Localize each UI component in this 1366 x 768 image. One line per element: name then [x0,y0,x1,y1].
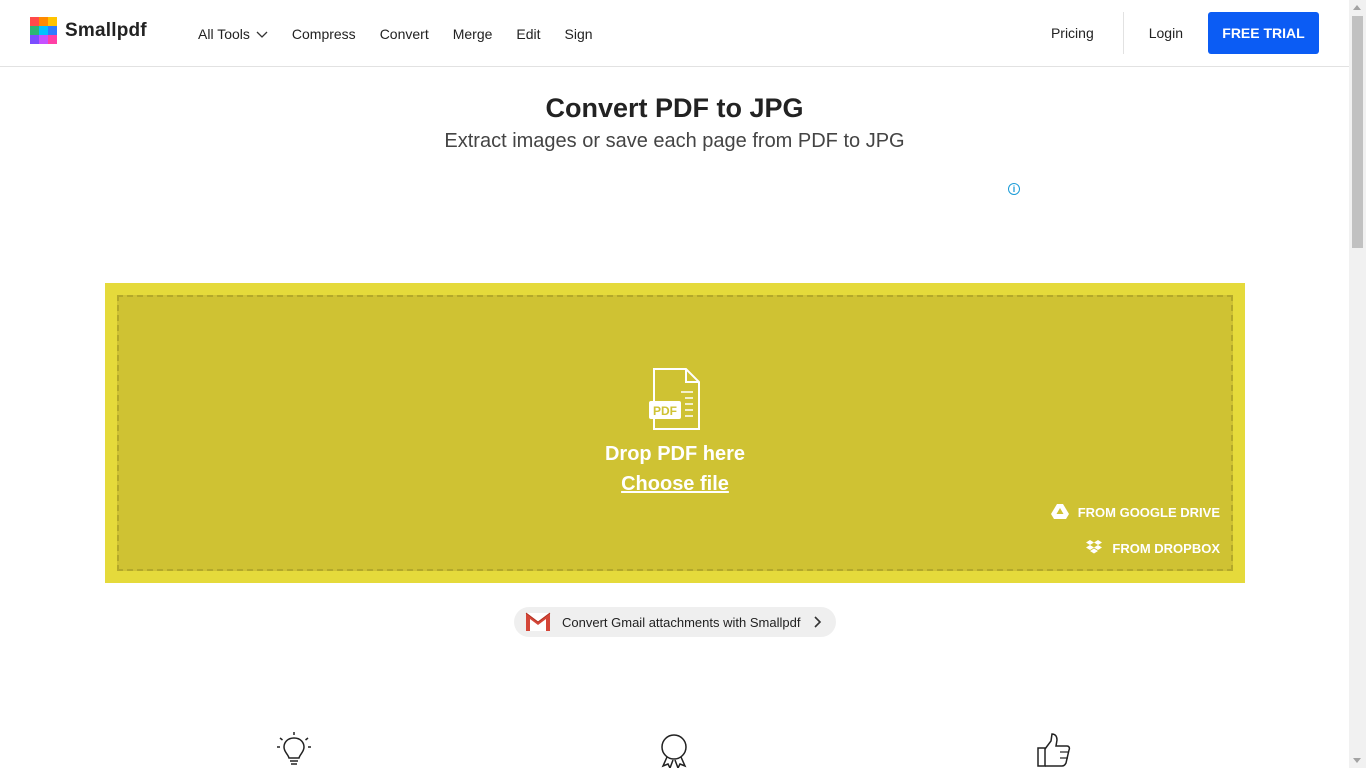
free-trial-button[interactable]: FREE TRIAL [1208,12,1319,54]
choose-file-row: Choose file [119,473,1231,496]
dropbox-label: FROM DROPBOX [1112,540,1220,556]
from-dropbox-button[interactable]: FROM DROPBOX [1085,540,1220,556]
lightbulb-icon [277,732,311,765]
nav-sign[interactable]: Sign [565,26,593,42]
svg-text:PDF: PDF [653,404,677,418]
thumbs-up-icon [1037,733,1071,767]
nav-edit[interactable]: Edit [516,26,540,42]
page-title: Convert PDF to JPG [545,93,804,123]
chevron-right-icon [814,616,822,628]
from-google-drive-button[interactable]: FROM GOOGLE DRIVE [1050,504,1220,520]
dropzone-container: PDF Drop PDF here Choose file FROM GOOGL… [105,283,1245,583]
nav-merge[interactable]: Merge [453,26,493,42]
page-subtitle: Extract images or save each page from PD… [444,130,905,152]
scroll-down-arrow-icon[interactable] [1353,758,1361,763]
pricing-link[interactable]: Pricing [1051,25,1094,41]
dropzone[interactable]: PDF Drop PDF here Choose file FROM GOOGL… [117,295,1233,571]
logo-mark-icon [30,17,57,44]
drop-pdf-text: Drop PDF here [604,443,746,465]
dropbox-icon [1086,540,1103,554]
nav-divider [1122,12,1124,54]
pdf-file-icon: PDF [649,368,700,430]
google-drive-label: FROM GOOGLE DRIVE [1077,504,1220,520]
nav-convert[interactable]: Convert [380,26,429,42]
account-nav: Pricing Login FREE TRIAL [1051,12,1319,54]
page-scrollbar[interactable] [1349,0,1366,768]
scroll-up-arrow-icon[interactable] [1353,5,1361,10]
gmail-attachments-label: Convert Gmail attachments with Smallpdf [562,614,801,630]
nav-all-tools-label: All Tools [198,25,250,42]
gmail-icon [525,612,551,631]
google-drive-icon [1050,504,1069,519]
smallpdf-logo[interactable]: Smallpdf [30,17,147,44]
scroll-thumb[interactable] [1352,16,1363,248]
choose-file-link[interactable]: Choose file [621,473,729,495]
info-icon[interactable]: i [1008,183,1020,195]
logo-text: Smallpdf [65,19,147,41]
award-icon [661,734,687,768]
login-link[interactable]: Login [1149,25,1183,41]
nav-all-tools[interactable]: All Tools [198,26,268,42]
chevron-down-icon [256,31,268,38]
top-navigation: Smallpdf All Tools Compress Convert Merg… [0,0,1349,67]
nav-compress[interactable]: Compress [292,26,356,42]
gmail-attachments-button[interactable]: Convert Gmail attachments with Smallpdf [514,607,836,637]
main-nav: All Tools Compress Convert Merge Edit Si… [198,0,617,67]
